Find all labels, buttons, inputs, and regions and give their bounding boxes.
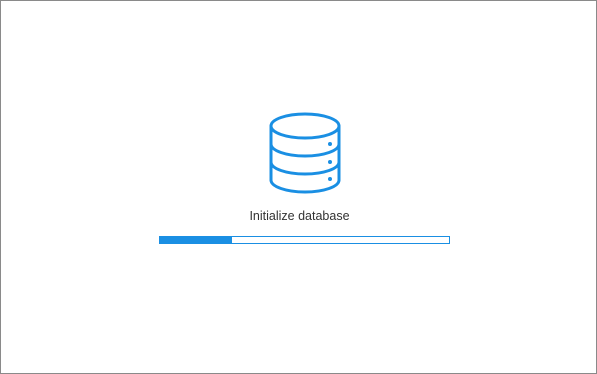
- progress-fill: [160, 237, 233, 243]
- progress-bar: [159, 236, 450, 244]
- loading-window: Initialize database: [0, 0, 597, 374]
- status-message: Initialize database: [249, 209, 350, 223]
- database-icon: [269, 112, 341, 194]
